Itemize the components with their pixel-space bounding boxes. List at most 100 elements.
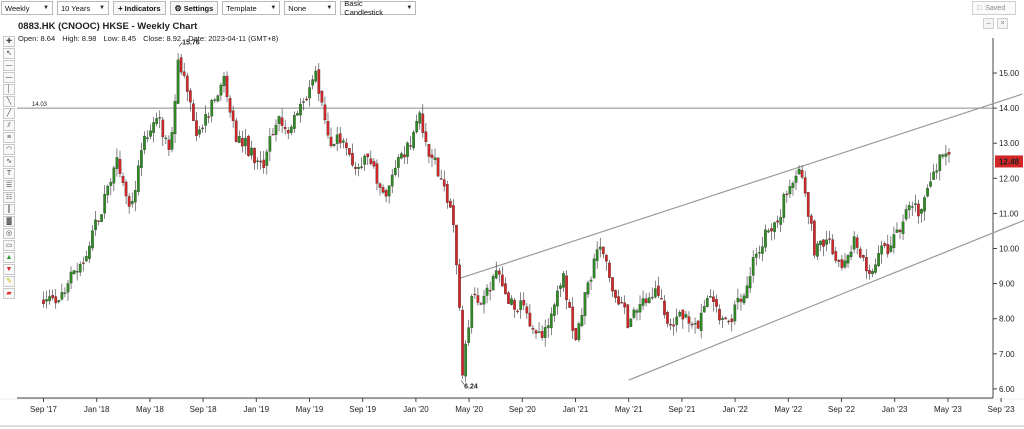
- candle-body: [834, 251, 838, 261]
- candle-body: [782, 194, 786, 218]
- candle-body: [152, 122, 155, 133]
- candle-body: [369, 158, 373, 164]
- candle-body: [455, 224, 458, 266]
- candle-body: [568, 301, 571, 308]
- x-tick-label: Jan '19: [244, 405, 270, 414]
- candle-body: [494, 270, 498, 279]
- candle-body: [210, 100, 214, 117]
- candle-body: [785, 193, 789, 196]
- price-chart[interactable]: 6.00 7.00 8.00 9.00 10.00 11.00 12.00 13.00 14.0…: [0, 0, 1024, 429]
- candle-body: [91, 230, 94, 249]
- candle-body: [601, 246, 605, 255]
- candle-body: [323, 104, 327, 121]
- candle-body: [883, 243, 887, 246]
- candle-body: [657, 285, 660, 296]
- candle-body: [445, 183, 449, 203]
- candle-body: [586, 282, 590, 295]
- candle-body: [100, 214, 103, 222]
- candle-body: [809, 215, 813, 224]
- candle-body: [234, 120, 238, 143]
- candle-body: [595, 249, 599, 262]
- y-tick-label: 14.00: [999, 104, 1020, 113]
- x-tick-label: May '20: [455, 405, 483, 414]
- x-tick-label: Jan '23: [882, 405, 908, 414]
- x-tick-label: Sep '18: [190, 405, 217, 414]
- candle-body: [400, 153, 403, 159]
- candle-body: [846, 255, 850, 264]
- x-tick-label: Sep '23: [988, 405, 1015, 414]
- candle-body: [130, 200, 134, 205]
- candle-body: [115, 157, 119, 169]
- candle-body: [543, 327, 547, 338]
- candle-body: [409, 145, 412, 147]
- candle-body: [188, 90, 192, 103]
- candle-body: [892, 234, 896, 249]
- candle-body: [418, 112, 422, 124]
- candle-body: [797, 168, 801, 175]
- candle-body: [231, 110, 235, 122]
- candle-body: [274, 124, 278, 135]
- candle-body: [565, 275, 568, 301]
- candle-body: [629, 318, 633, 327]
- x-tick-label: Jan '18: [84, 405, 110, 414]
- candle-body: [819, 240, 822, 246]
- candle-body: [620, 301, 624, 304]
- date-value: Date: 2023-04-11 (GMT+8): [188, 34, 279, 43]
- candle-body: [580, 314, 584, 327]
- y-tick-label: 7.00: [999, 350, 1015, 359]
- last-price-label: 12.48: [999, 157, 1020, 166]
- candle-body: [167, 139, 171, 150]
- y-tick-label: 6.00: [999, 385, 1015, 394]
- candle-body: [513, 300, 516, 310]
- candle-body: [653, 288, 657, 298]
- candle-body: [571, 306, 575, 331]
- candle-body: [577, 323, 581, 340]
- candle-body: [684, 314, 688, 318]
- candle-body: [106, 185, 110, 196]
- candle-body: [813, 220, 816, 256]
- candle-body: [296, 113, 299, 116]
- candle-body: [42, 299, 45, 304]
- channel-upper-line[interactable]: [459, 93, 1023, 279]
- candle-body: [427, 144, 431, 157]
- candle-body: [751, 257, 755, 276]
- candle-body: [415, 121, 419, 133]
- candle-body: [675, 316, 679, 325]
- candle-body: [705, 298, 709, 307]
- candle-body: [458, 264, 461, 308]
- candle-body: [739, 298, 743, 302]
- y-tick-label: 8.00: [999, 315, 1015, 324]
- candle-body: [724, 317, 728, 320]
- candle-body: [75, 271, 79, 273]
- candle-body: [806, 192, 810, 217]
- candle-body: [314, 70, 318, 82]
- candle-body: [103, 193, 107, 214]
- candle-body: [48, 296, 51, 302]
- candle-body: [641, 298, 645, 306]
- candle-body: [351, 153, 354, 166]
- candle-body: [800, 169, 804, 178]
- candle-body: [305, 98, 308, 101]
- candle-body: [253, 148, 256, 164]
- candle-body: [488, 290, 492, 292]
- candle-body: [308, 87, 311, 99]
- candle-body: [901, 221, 905, 234]
- candle-body: [516, 310, 519, 313]
- candle-body: [198, 129, 201, 135]
- candle-body: [470, 296, 474, 328]
- x-tick-label: Jan '21: [563, 405, 589, 414]
- candle-body: [185, 75, 189, 92]
- candle-body: [794, 175, 798, 183]
- candle-body: [207, 116, 211, 118]
- candle-body: [938, 154, 942, 171]
- candle-body: [803, 177, 807, 194]
- candle-body: [271, 134, 275, 136]
- candle-body: [895, 229, 899, 233]
- candle-body: [868, 270, 871, 274]
- candle-body: [635, 310, 639, 313]
- candle-body: [497, 270, 501, 275]
- candle-body: [268, 136, 272, 152]
- candle-body: [216, 95, 220, 102]
- x-tick-label: Sep '21: [668, 405, 695, 414]
- candle-body: [920, 209, 923, 214]
